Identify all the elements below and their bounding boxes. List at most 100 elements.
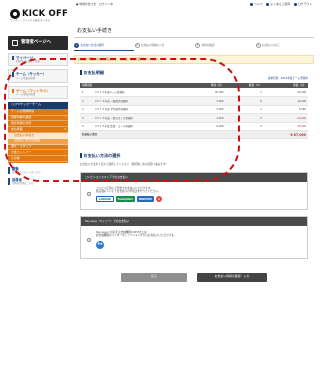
row-price: 5,000 bbox=[187, 105, 226, 115]
logout-link[interactable]: ログアウト bbox=[294, 2, 312, 7]
help-link-label: ヘルプ bbox=[254, 2, 263, 6]
row-item: ２０１４年度チーム登録料 bbox=[92, 88, 188, 98]
logout-link-label: ログアウト bbox=[298, 2, 312, 6]
row-item: ２０１４年度 学生選手登録料 bbox=[92, 105, 188, 115]
section-heading: お支払い方法の選択 bbox=[80, 153, 308, 159]
sidebar-team-soccer[interactable]: チーム（サッカー） チーム情報の管理 bbox=[8, 69, 68, 83]
sidebar-menu-item[interactable]: その他 › bbox=[8, 156, 68, 162]
back-button[interactable]: 戻る bbox=[121, 272, 187, 282]
row-price: 4,000 bbox=[187, 113, 226, 123]
seicomart-logo: ✿ bbox=[156, 196, 163, 203]
team-select-label: ○○FCサッカーチーム bbox=[11, 102, 41, 107]
sidebar-menu: チームの登録申請 › 登録内容の確認 › 選手登録の状況 › 支払管理 ▾ お支払い手続… bbox=[8, 108, 68, 163]
method-title: お支払い方法の選択 bbox=[83, 153, 121, 159]
sidebar-coach[interactable]: 指導者 指導者登録はこちら bbox=[8, 178, 68, 186]
sidebar: 管理者ページへ マイページ 登録内容の確認・変更 チーム（サッカー） チーム情報… bbox=[8, 36, 68, 186]
page-title: お支払い手続き bbox=[74, 26, 314, 39]
lawson-logo: LAWSON bbox=[96, 196, 114, 203]
menu-label: お支払い手続き bbox=[14, 132, 35, 137]
row-index: 4 bbox=[80, 113, 93, 123]
main-content: お支払い手続き 1 お支払い方法の選択 2 お支払い情報の入力 3 内容の確認 4 お支… bbox=[74, 26, 314, 282]
step-label: お支払いの完了 bbox=[262, 44, 281, 48]
admin-page-button[interactable]: 管理者ページへ bbox=[8, 36, 68, 50]
menu-label: 登録内容の確認 bbox=[11, 115, 32, 120]
row-amount: 12,000 bbox=[263, 96, 308, 106]
payeasy-option[interactable]: Pay-easy（ペイジー）でのお支払い Pay-easyに対応する金融機関のA… bbox=[80, 216, 308, 259]
payment-details: お支払明細 請求名称：2014年度チーム登録料 明細項目 単価（円） 数量（人）… bbox=[74, 70, 314, 140]
step-4: 4 お支払いの完了 bbox=[255, 43, 315, 49]
convenience-store-header: コンビニエンスストアでのお支払い bbox=[81, 172, 307, 182]
team-select[interactable]: ○○FCサッカーチーム bbox=[8, 101, 68, 109]
menu-label: お支払い状況の確認 bbox=[14, 138, 41, 143]
menu-label: 選手・スタッフ bbox=[11, 144, 32, 149]
payment-method-section: お支払い方法の選択 お支払い方法を下記から選択してください（選択後に次の画面へ進… bbox=[74, 153, 314, 259]
next-button[interactable]: お支払い情報の確認・入力 bbox=[197, 272, 267, 282]
header-welcome: ● 地域の皆さま ログイン中 bbox=[76, 2, 113, 6]
row-qty: 1 bbox=[225, 105, 264, 115]
payeasy-radio[interactable] bbox=[87, 237, 91, 242]
ministop-logo: MINISTOP bbox=[136, 196, 155, 203]
row-index: 2 bbox=[80, 96, 93, 106]
menu-label: チームの登録申請 bbox=[11, 109, 35, 114]
convenience-store-text: コンビニ店頭にて現金でお支払いいただけます。 各店舗のレジにてお支払いの手続きを… bbox=[96, 187, 163, 203]
row-price: 6,000 bbox=[187, 122, 226, 132]
page: KICK OFF サッカー・フットサル総合ポータル ● 地域の皆さま ログイン中… bbox=[0, 0, 320, 372]
row-qty: 5 bbox=[225, 113, 264, 123]
sidebar-mypage-sub: 登録内容の確認・変更 bbox=[16, 60, 40, 64]
step-1: 1 お支払い方法の選択 bbox=[74, 43, 133, 49]
chevron-right-icon: › bbox=[64, 115, 66, 120]
chevron-right-icon: › bbox=[64, 109, 66, 114]
step-label: お支払い情報の入力 bbox=[141, 44, 165, 48]
billing-name: 請求名称：2014年度チーム登録料 bbox=[267, 77, 308, 81]
step-number: 4 bbox=[255, 43, 261, 49]
store-logos: LAWSON FamilyMart MINISTOP ✿ bbox=[96, 196, 163, 203]
method-description: お支払い方法を下記から選択してください（選択後に次の画面へ進みます） bbox=[80, 162, 169, 166]
row-index: 3 bbox=[80, 105, 93, 115]
convenience-store-option[interactable]: コンビニエンスストアでのお支払い コンビニ店頭にて現金でお支払いいただけます。 … bbox=[80, 171, 308, 211]
step-3: 3 内容の確認 bbox=[195, 43, 254, 49]
row-amount: 20,000 bbox=[263, 88, 308, 98]
row-qty: 6 bbox=[225, 96, 264, 106]
chevron-right-icon: › bbox=[64, 144, 66, 149]
payeasy-logo: Pe bbox=[96, 240, 104, 249]
logo-subtitle: サッカー・フットサル総合ポータル bbox=[10, 19, 51, 22]
details-table: 明細項目 単価（円） 数量（人） 金額（円） 1 ２０１４年度チーム登録料 20… bbox=[80, 82, 308, 140]
row-index: 5 bbox=[80, 122, 93, 132]
payeasy-text: Pay-easyに対応する金融機関のATMまたは 各金融機関のインターネットバン… bbox=[96, 231, 177, 249]
progress-steps: 1 お支払い方法の選択 2 お支払い情報の入力 3 内容の確認 4 お支払いの完了 bbox=[74, 43, 315, 49]
sidebar-team-sub: チーム情報の管理 bbox=[16, 76, 36, 80]
soccer-ball-icon bbox=[10, 9, 20, 20]
documents-sub: 各種ダウンロードはこちら bbox=[12, 171, 41, 175]
step-number: 2 bbox=[134, 43, 140, 49]
heading-bar bbox=[80, 70, 82, 76]
table-row: 5 ２０１４年度 監督・コーチ登録料 6,000 5 30,000 bbox=[80, 122, 308, 132]
sidebar-mypage-box[interactable]: マイページ 登録内容の確認・変更 bbox=[8, 53, 68, 67]
bullet-icon bbox=[250, 3, 253, 7]
chevron-right-icon: › bbox=[64, 155, 66, 160]
familymart-logo: FamilyMart bbox=[115, 196, 135, 203]
row-item: ２０１４年度 一般選手登録料 bbox=[92, 96, 188, 106]
payeasy-line-2: 各金融機関のインターネットバンキングからお支払いいただけます。 bbox=[96, 234, 177, 238]
notice-banner: お支払い明細の内容をご確認の上、お支払い方法を選択してください。 bbox=[74, 55, 314, 65]
chevron-right-icon: › bbox=[64, 120, 66, 125]
chevron-down-icon: ▾ bbox=[64, 126, 66, 131]
row-amount: 20,000 bbox=[263, 113, 308, 123]
row-amount: 30,000 bbox=[263, 122, 308, 132]
payeasy-body: Pay-easyに対応する金融機関のATMまたは 各金融機関のインターネットバン… bbox=[81, 226, 307, 257]
faq-link[interactable]: よくあるご質問 bbox=[266, 2, 290, 7]
row-qty: 5 bbox=[225, 122, 264, 132]
sidebar-documents[interactable]: 書類 各種ダウンロードはこちら bbox=[8, 166, 68, 175]
sidebar-team-futsal[interactable]: チーム（フットサル） チーム情報の管理 bbox=[8, 85, 68, 99]
convenience-store-radio[interactable] bbox=[87, 192, 91, 197]
menu-label: 選手登録の状況 bbox=[11, 120, 32, 125]
help-link[interactable]: ヘルプ bbox=[250, 2, 263, 7]
row-item: ２０１４年度 一般スタッフ登録料 bbox=[92, 113, 188, 123]
total-amount: ¥ 87,000 bbox=[263, 130, 308, 140]
conv-line-2: 各店舗のレジにてお支払いの手続きを行ってください。 bbox=[96, 189, 161, 193]
step-label: 内容の確認 bbox=[201, 44, 215, 48]
top-header: KICK OFF サッカー・フットサル総合ポータル ● 地域の皆さま ログイン中… bbox=[0, 0, 320, 22]
footer-buttons: 戻る お支払い情報の確認・入力 bbox=[74, 272, 314, 282]
payeasy-header: Pay-easy（ペイジー）でのお支払い bbox=[81, 217, 307, 227]
header-links: ヘルプ よくあるご質問 ログアウト bbox=[250, 2, 312, 7]
step-2: 2 お支払い情報の入力 bbox=[134, 43, 194, 49]
